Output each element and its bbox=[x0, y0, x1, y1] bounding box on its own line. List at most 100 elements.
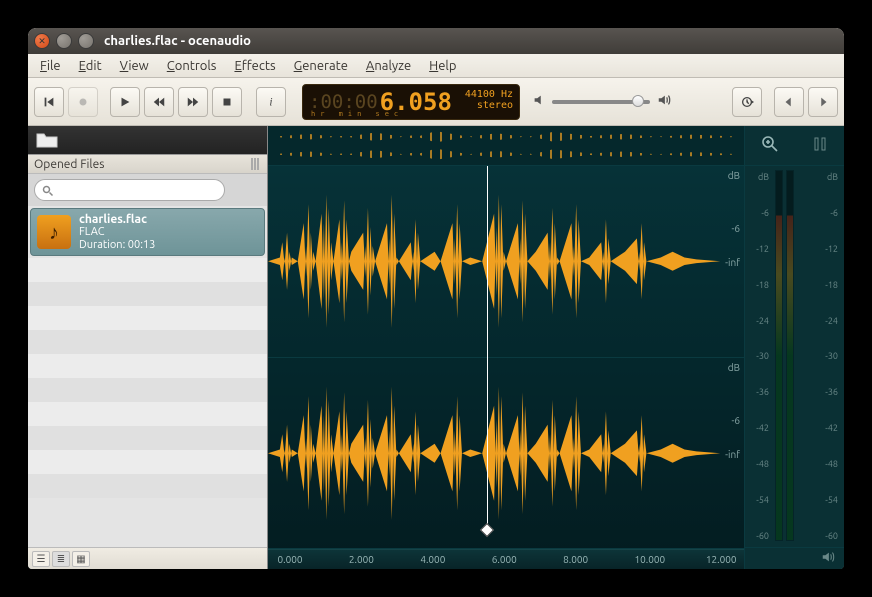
list-item bbox=[28, 402, 267, 426]
sidebar-footer: ☰ ≣ ▦ bbox=[28, 547, 267, 569]
waveform-area[interactable]: dB -6 -inf dB -6 -inf bbox=[268, 126, 744, 569]
menubar: File Edit View Controls Effects Generate… bbox=[28, 54, 844, 78]
titlebar[interactable]: ✕ charlies.flac - ocenaudio bbox=[28, 28, 844, 54]
volume-thumb[interactable] bbox=[632, 95, 644, 107]
search-input[interactable] bbox=[34, 179, 225, 201]
info-button[interactable]: i bbox=[256, 87, 286, 117]
overview-waveform[interactable] bbox=[268, 126, 744, 166]
search-icon bbox=[42, 183, 54, 201]
zoom-in-icon[interactable] bbox=[761, 135, 779, 157]
nav-back-button[interactable] bbox=[774, 87, 804, 117]
meter-scale-right: dB -6 -12 -18 -24 -30 -36 -42 -48 -54 -6… bbox=[820, 170, 838, 543]
rewind-start-button[interactable] bbox=[34, 87, 64, 117]
time-display[interactable]: :00:00 6.058 hr min sec 44100 Hz stereo bbox=[302, 84, 520, 120]
ruler-tick: 8.000 bbox=[563, 554, 588, 565]
menu-view[interactable]: View bbox=[112, 57, 157, 75]
history-button[interactable] bbox=[732, 87, 762, 117]
list-item bbox=[28, 450, 267, 474]
overview-channel-left bbox=[272, 130, 740, 144]
meter-bar-right bbox=[786, 170, 794, 541]
meter-footer bbox=[745, 547, 844, 569]
list-item bbox=[28, 426, 267, 450]
toolbar: i :00:00 6.058 hr min sec 44100 Hz stere… bbox=[28, 78, 844, 126]
meter-tools bbox=[745, 126, 844, 166]
skip-back-button[interactable] bbox=[144, 87, 174, 117]
svg-text:i: i bbox=[269, 96, 272, 108]
playhead[interactable] bbox=[487, 166, 488, 529]
audio-file-icon: ♪ bbox=[37, 215, 71, 249]
minimize-window-button[interactable] bbox=[56, 33, 72, 49]
app-window: ✕ charlies.flac - ocenaudio File Edit Vi… bbox=[28, 28, 844, 569]
menu-controls[interactable]: Controls bbox=[159, 57, 225, 75]
meter-config-icon[interactable] bbox=[812, 136, 828, 156]
ruler-tick: 12.000 bbox=[706, 554, 737, 565]
list-item bbox=[28, 378, 267, 402]
menu-file[interactable]: File bbox=[32, 57, 69, 75]
track-right[interactable]: dB -6 -inf bbox=[268, 358, 744, 550]
close-window-button[interactable]: ✕ bbox=[34, 33, 50, 49]
view-grid-button[interactable]: ▦ bbox=[72, 551, 90, 567]
maximize-window-button[interactable] bbox=[78, 33, 94, 49]
db-top: dB bbox=[728, 170, 740, 181]
menu-generate[interactable]: Generate bbox=[286, 57, 356, 75]
file-meta: charlies.flac FLAC Duration: 00:13 bbox=[79, 213, 155, 252]
time-ruler[interactable]: 0.000 2.000 4.000 6.000 8.000 10.000 12.… bbox=[268, 549, 744, 569]
file-format: FLAC bbox=[79, 226, 155, 239]
ruler-tick: 6.000 bbox=[492, 554, 517, 565]
opened-files-label: Opened Files bbox=[34, 158, 104, 171]
menu-help[interactable]: Help bbox=[421, 57, 464, 75]
sidebar-search-row bbox=[28, 174, 267, 206]
view-list-button[interactable]: ☰ bbox=[32, 551, 50, 567]
nav-forward-button[interactable] bbox=[808, 87, 838, 117]
meter-bar-left bbox=[775, 170, 783, 541]
list-item[interactable]: ♪ charlies.flac FLAC Duration: 00:13 bbox=[30, 208, 265, 256]
list-item bbox=[28, 354, 267, 378]
sidebar: Opened Files ♪ charlies.flac FLAC Durati… bbox=[28, 126, 268, 569]
track-left[interactable]: dB -6 -inf bbox=[268, 166, 744, 358]
list-item bbox=[28, 282, 267, 306]
db-inf: -inf bbox=[725, 449, 740, 460]
menu-edit[interactable]: Edit bbox=[71, 57, 110, 75]
overview-channel-right bbox=[272, 147, 740, 161]
meter-body: dB -6 -12 -18 -24 -30 -36 -42 -48 -54 -6… bbox=[745, 166, 844, 547]
meter-scale-left: dB -6 -12 -18 -24 -30 -36 -42 -48 -54 -6… bbox=[751, 170, 769, 543]
main-body: Opened Files ♪ charlies.flac FLAC Durati… bbox=[28, 126, 844, 569]
waveform-left-icon bbox=[268, 166, 744, 357]
skip-forward-button[interactable] bbox=[178, 87, 208, 117]
speaker-icon[interactable] bbox=[820, 550, 836, 568]
ruler-tick: 0.000 bbox=[278, 554, 303, 565]
file-list[interactable]: ♪ charlies.flac FLAC Duration: 00:13 bbox=[28, 206, 267, 547]
list-item bbox=[28, 306, 267, 330]
file-name: charlies.flac bbox=[79, 213, 155, 226]
list-item bbox=[28, 330, 267, 354]
meter-bars[interactable] bbox=[775, 170, 814, 543]
window-title: charlies.flac - ocenaudio bbox=[104, 34, 251, 48]
tracks[interactable]: dB -6 -inf dB -6 -inf bbox=[268, 166, 744, 549]
ruler-tick: 4.000 bbox=[420, 554, 445, 565]
ruler-tick: 2.000 bbox=[349, 554, 374, 565]
menu-analyze[interactable]: Analyze bbox=[358, 57, 419, 75]
db-top: dB bbox=[728, 362, 740, 373]
folder-browser-icon[interactable] bbox=[28, 126, 267, 154]
view-detail-button[interactable]: ≣ bbox=[52, 551, 70, 567]
ruler-tick: 10.000 bbox=[635, 554, 666, 565]
volume-low-icon bbox=[532, 93, 546, 111]
volume-high-icon bbox=[656, 93, 672, 111]
grip-icon[interactable] bbox=[251, 158, 261, 170]
play-button[interactable] bbox=[110, 87, 140, 117]
opened-files-header[interactable]: Opened Files bbox=[28, 154, 267, 174]
volume-slider[interactable] bbox=[552, 100, 650, 104]
db-inf: -inf bbox=[725, 257, 740, 268]
lcd-format-meta: 44100 Hz stereo bbox=[465, 89, 513, 111]
menu-effects[interactable]: Effects bbox=[226, 57, 283, 75]
lcd-channels: stereo bbox=[465, 100, 513, 111]
record-button[interactable] bbox=[68, 87, 98, 117]
file-duration: Duration: 00:13 bbox=[79, 239, 155, 252]
waveform-right-icon bbox=[268, 358, 744, 549]
lcd-unit-labels: hr min sec bbox=[311, 110, 403, 118]
stop-button[interactable] bbox=[212, 87, 242, 117]
db-m6: -6 bbox=[731, 223, 740, 234]
list-item bbox=[28, 474, 267, 498]
db-m6: -6 bbox=[731, 415, 740, 426]
volume-control bbox=[532, 93, 672, 111]
